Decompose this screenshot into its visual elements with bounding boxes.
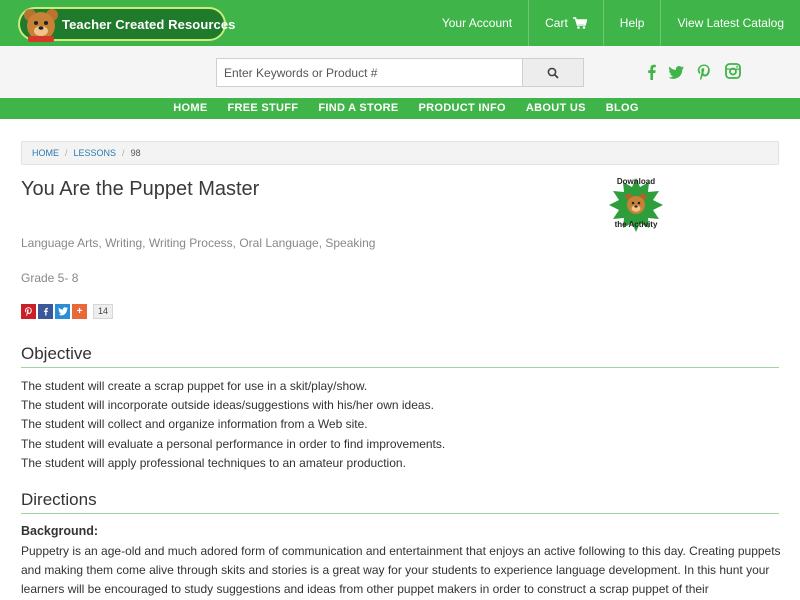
share-buttons: + 14 — [21, 303, 114, 319]
list-item: The student will collect and organize in… — [21, 417, 368, 432]
facebook-icon[interactable] — [644, 64, 660, 80]
twitter-icon[interactable] — [668, 64, 684, 80]
nav-product-info[interactable]: PRODUCT INFO — [409, 98, 516, 119]
objective-divider — [21, 367, 779, 368]
nav-find-a-store[interactable]: FIND A STORE — [308, 98, 408, 119]
download-label: Download — [616, 177, 656, 186]
breadcrumb-separator: / — [65, 148, 68, 158]
pinterest-icon — [25, 306, 32, 316]
your-account-label: Your Account — [441, 16, 513, 30]
view-latest-catalog-link[interactable]: View Latest Catalog — [660, 0, 800, 46]
search-row — [0, 46, 800, 98]
pinterest-icon[interactable] — [696, 64, 712, 80]
help-label: Help — [619, 16, 645, 30]
logo-text: Teacher Created Resources — [62, 17, 236, 32]
top-bar: Teacher Created Resources Your Account C… — [0, 0, 800, 46]
your-account-link[interactable]: Your Account — [426, 0, 528, 46]
search-button[interactable] — [522, 58, 584, 87]
instagram-icon[interactable] — [725, 63, 741, 79]
nav-blog[interactable]: BLOG — [596, 98, 649, 119]
directions-divider — [21, 513, 779, 514]
list-item: The student will create a scrap puppet f… — [21, 379, 368, 393]
bear-mascot-icon — [24, 9, 58, 42]
share-count: 14 — [93, 303, 114, 319]
search-icon — [547, 67, 559, 79]
facebook-icon — [43, 307, 48, 315]
lesson-grade: Grade 5- 8 — [21, 271, 79, 285]
list-item: The student will evaluate a personal per… — [21, 436, 446, 451]
breadcrumb-separator: / — [122, 148, 125, 158]
breadcrumb-current: 98 — [130, 148, 141, 158]
list-item: The student will incorporate outside ide… — [21, 398, 434, 413]
search-input[interactable] — [216, 58, 523, 87]
list-item: The student will apply professional tech… — [21, 455, 406, 470]
cart-link[interactable]: Cart — [528, 0, 603, 46]
background-label: Background: — [21, 524, 99, 538]
cart-label: Cart — [545, 16, 568, 30]
nav-about-us[interactable]: ABOUT US — [516, 98, 596, 119]
cart-icon — [572, 17, 587, 29]
twitter-icon — [57, 307, 68, 316]
background-paragraph: Puppetry is an age-old and much adored f… — [21, 544, 781, 596]
nav-home[interactable]: HOME — [163, 98, 217, 119]
main-nav: HOME FREE STUFF FIND A STORE PRODUCT INF… — [0, 98, 800, 119]
more-share-button[interactable]: + — [72, 303, 87, 319]
lesson-subjects: Language Arts, Writing, Writing Process,… — [21, 236, 376, 250]
facebook-share-button[interactable] — [38, 303, 53, 319]
breadcrumb-home-link[interactable]: HOME — [32, 148, 59, 158]
breadcrumb-lessons-link[interactable]: LESSONS — [74, 148, 117, 158]
objective-heading: Objective — [21, 344, 92, 363]
help-link[interactable]: Help — [602, 0, 661, 46]
page-title: You Are the Puppet Master — [21, 178, 260, 200]
nav-free-stuff[interactable]: FREE STUFF — [218, 98, 309, 119]
directions-heading: Directions — [21, 490, 97, 509]
objective-list: The student will create a scrap puppet f… — [21, 377, 445, 473]
account-links: Your Account Cart Help View Latest Catal… — [426, 0, 800, 46]
pinterest-share-button[interactable] — [21, 303, 36, 319]
plus-icon: + — [76, 305, 83, 317]
catalog-label: View Latest Catalog — [677, 16, 784, 30]
breadcrumb: HOME / LESSONS / 98 — [21, 141, 779, 165]
site-logo[interactable]: Teacher Created Resources — [18, 7, 235, 42]
download-activity-button[interactable]: Download the Activity — [603, 176, 669, 234]
twitter-share-button[interactable] — [55, 303, 70, 319]
the-activity-label: the Activity — [614, 220, 658, 229]
